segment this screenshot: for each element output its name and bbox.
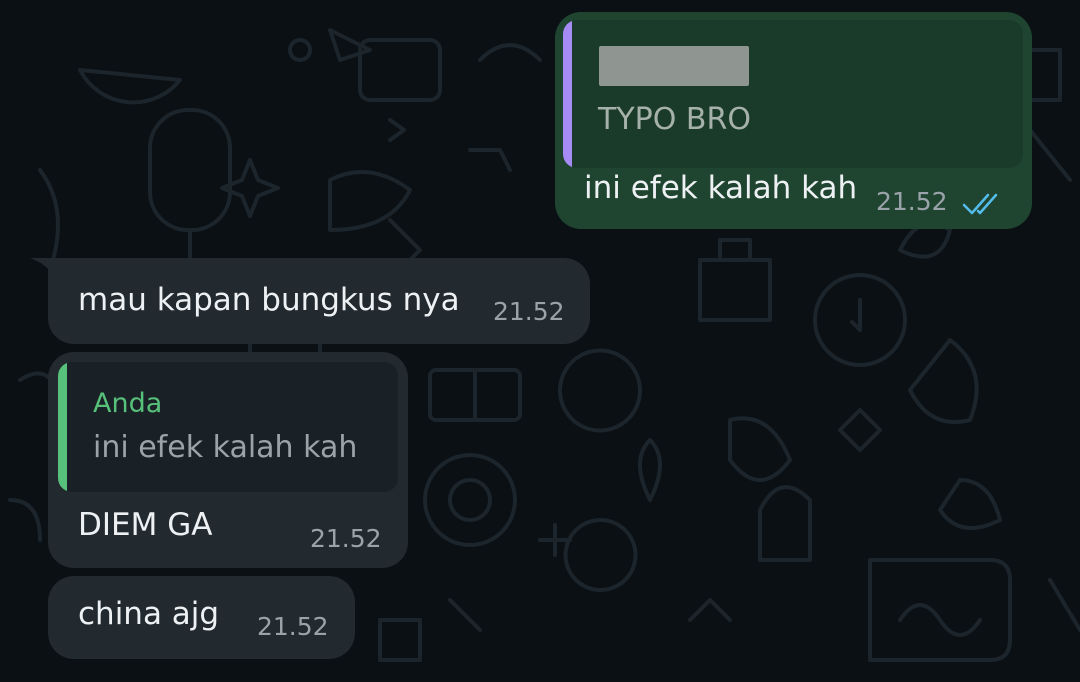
message-time: 21.52 (876, 187, 948, 216)
message-time: 21.52 (310, 524, 382, 553)
outgoing-message-bubble[interactable]: TYPO BRO ini efek kalah kah 21.52 (555, 12, 1032, 229)
message-time: 21.52 (493, 297, 565, 326)
incoming-message-bubble[interactable]: mau kapan bungkus nya 21.52 (48, 258, 590, 344)
quoted-message[interactable]: Anda ini efek kalah kah (58, 362, 398, 492)
redacted-sender-name (599, 46, 749, 86)
quoted-text: ini efek kalah kah (93, 430, 358, 465)
message-text: china ajg (78, 596, 220, 632)
quoted-sender-name: Anda (93, 388, 163, 419)
quoted-text: TYPO BRO (598, 102, 751, 137)
quote-accent-bar (58, 362, 67, 492)
double-check-read-icon (962, 193, 998, 215)
message-text: DIEM GA (78, 507, 213, 543)
message-text: ini efek kalah kah (584, 170, 858, 206)
incoming-message-bubble[interactable]: china ajg 21.52 (48, 576, 355, 659)
quoted-message[interactable]: TYPO BRO (563, 20, 1023, 168)
quote-accent-bar (563, 20, 572, 168)
incoming-message-bubble[interactable]: Anda ini efek kalah kah DIEM GA 21.52 (48, 352, 408, 568)
message-time: 21.52 (257, 612, 329, 641)
message-text: mau kapan bungkus nya (78, 282, 460, 318)
